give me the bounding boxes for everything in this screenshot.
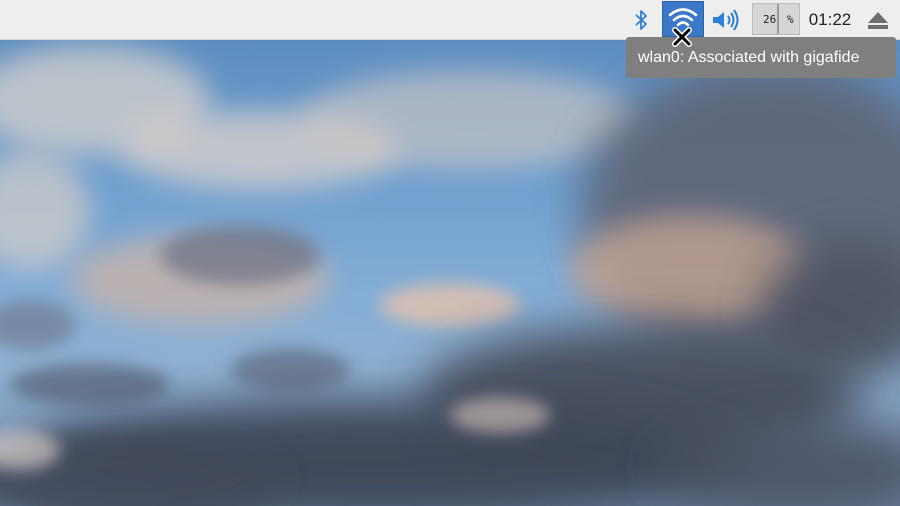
taskbar: 26 % 01:22 [0,0,900,40]
desktop-screen: 26 % 01:22 wlan0: Associated with gigafi… [0,0,900,506]
clock[interactable]: 01:22 [804,0,856,40]
eject-tray-button[interactable] [862,0,894,40]
bluetooth-tray-button[interactable] [628,0,654,40]
cpu-usage-unit: % [787,13,794,26]
cpu-usage-graph [777,4,779,34]
volume-tray-button[interactable] [708,0,744,40]
bluetooth-icon [635,10,647,30]
cpu-monitor[interactable]: 26 % [752,3,800,35]
eject-icon [868,12,888,29]
cpu-usage-value: 26 [763,13,777,26]
wifi-status-tooltip: wlan0: Associated with gigafide [626,37,896,78]
x-cursor-icon [672,27,692,47]
volume-icon [713,9,739,31]
sky-clouds-image [0,45,900,506]
desktop-wallpaper [0,40,900,506]
